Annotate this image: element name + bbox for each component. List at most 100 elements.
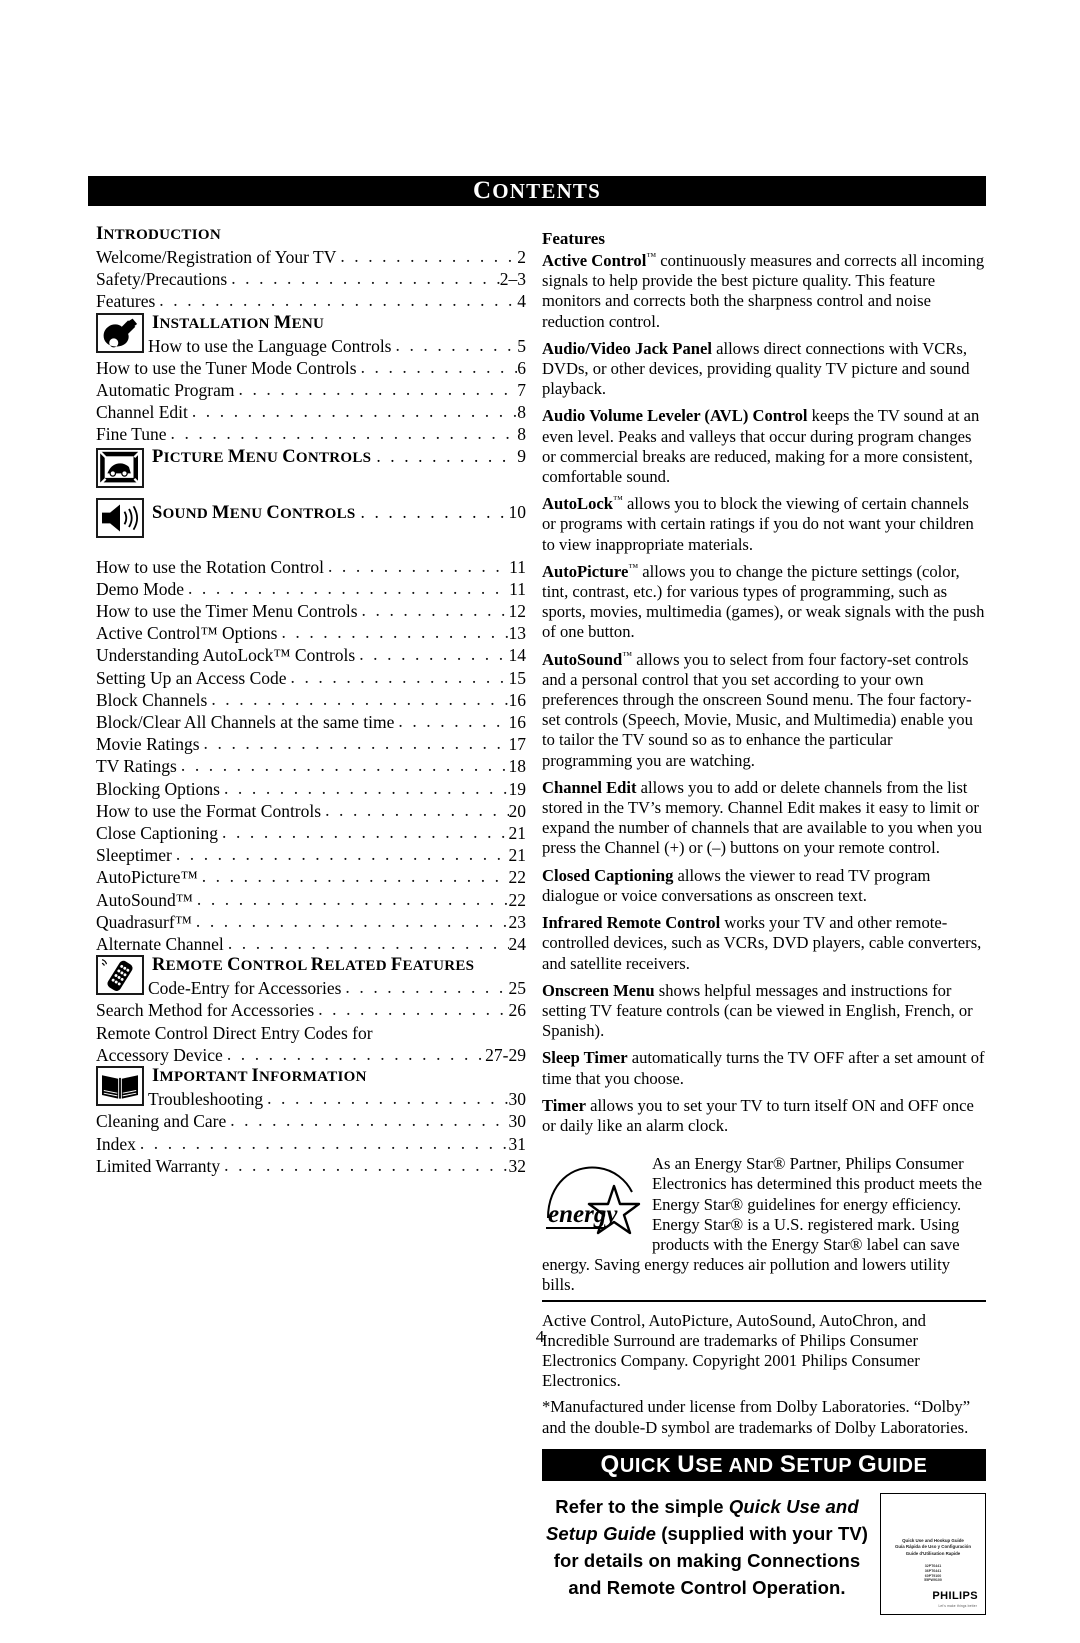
heading-cap2: I [251, 1066, 260, 1087]
toc-entry[interactable]: How to use the Timer Menu Controls. . . … [96, 600, 526, 622]
toc-entry[interactable]: Accessory Device. . . . . . . . . . . . … [96, 1044, 526, 1066]
toc-entry[interactable]: Automatic Program . . . . . . . . . . . … [96, 379, 526, 401]
energy-star-block: energy As an Energy Star® Partner, Phili… [542, 1154, 986, 1302]
booklet-title-fr: Guide d'Utilisation Rapide [905, 1550, 961, 1556]
toc-entry-page: 16 [508, 712, 527, 733]
toc-leader-dots: . . . . . . . . . . . . . . . . . . . . … [187, 577, 509, 598]
heading-cap3: C [266, 502, 281, 523]
feature-paragraph: AutoLock™ allows you to block the viewin… [542, 494, 986, 555]
feature-term: Timer [542, 1095, 586, 1115]
toc-entry[interactable]: Code-Entry for Accessories . . . . . . .… [96, 977, 526, 999]
quick-title-rest-g: UIDE [877, 1454, 928, 1477]
toc-entry-label: Features [96, 291, 156, 312]
table-of-contents: INTRODUCTION Welcome/Registration of You… [96, 224, 526, 1177]
trademark-symbol: ™ [646, 251, 657, 263]
toc-entry[interactable]: Remote Control Direct Entry Codes for. [96, 1022, 526, 1044]
toc-entry-page: 24 [508, 934, 527, 955]
toc-entry-page: 30 [508, 1111, 527, 1132]
toc-entry-page: 30 [508, 1089, 527, 1110]
trademark-symbol: ™ [622, 650, 633, 662]
toc-entry[interactable]: Search Method for Accessories. . . . . .… [96, 999, 526, 1021]
toc-entry-label: Movie Ratings [96, 734, 200, 755]
toc-leader-dots: . . . . . . . . . . . . . . . . . . . . … [360, 501, 509, 522]
toc-entry[interactable]: AutoPicture™. . . . . . . . . . . . . . … [96, 866, 526, 888]
toc-entry[interactable]: How to use the Language Controls . . . .… [96, 335, 526, 357]
toc-entry-page: 8 [517, 424, 526, 445]
toc-entry[interactable]: AutoSound™. . . . . . . . . . . . . . . … [96, 889, 526, 911]
toc-leader-dots: . . . . . . . . . . . . . . . . . . . . … [196, 888, 509, 909]
toc-entry[interactable]: Index. . . . . . . . . . . . . . . . . .… [96, 1133, 526, 1155]
toc-leader-dots: . . . . . . . . . . . . . . . . . . . . … [325, 799, 508, 820]
toc-entry-label: How to use the Timer Menu Controls [96, 601, 358, 622]
heading-cap2: C [227, 955, 241, 976]
toc-entry-page: 4 [517, 291, 526, 312]
toc-entry[interactable]: Features . . . . . . . . . . . . . . . .… [96, 290, 526, 312]
toc-entry[interactable]: Troubleshooting . . . . . . . . . . . . … [96, 1088, 526, 1110]
toc-entry[interactable]: Demo Mode. . . . . . . . . . . . . . . .… [96, 578, 526, 600]
quick-title-cap-g: G [857, 1450, 878, 1478]
toc-entry[interactable]: Sleeptimer. . . . . . . . . . . . . . . … [96, 844, 526, 866]
toc-entry[interactable]: How to use the Tuner Mode Controls . . .… [96, 357, 526, 379]
toc-entry-page: 16 [508, 689, 527, 710]
toc-entry[interactable]: Limited Warranty. . . . . . . . . . . . … [96, 1155, 526, 1177]
toc-leader-dots: . . . . . . . . . . . . . . . . . . . . … [318, 999, 508, 1020]
toc-section-picture-menu[interactable]: PICTURE MENU CONTROLS . . . . . . . . . … [96, 446, 526, 492]
toc-entry[interactable]: Quadrasurf™. . . . . . . . . . . . . . .… [96, 911, 526, 933]
feature-term: Channel Edit [542, 777, 637, 797]
toc-entry-label: Blocking Options [96, 778, 220, 799]
toc-entry-page: 2–3 [499, 269, 526, 290]
toc-entry[interactable]: Understanding AutoLock™ Controls. . . . … [96, 644, 526, 666]
booklet-model: 55PW9100 [924, 1578, 942, 1583]
toc-entry-page: 32 [508, 1155, 527, 1176]
toc-entry[interactable]: TV Ratings. . . . . . . . . . . . . . . … [96, 755, 526, 777]
toc-entry[interactable]: Close Captioning. . . . . . . . . . . . … [96, 822, 526, 844]
feature-term: Audio/Video Jack Panel [542, 338, 712, 358]
toc-section-heading-row[interactable]: PICTURE MENU CONTROLS . . . . . . . . . … [96, 446, 526, 468]
toc-entry[interactable]: Fine Tune . . . . . . . . . . . . . . . … [96, 423, 526, 445]
toc-entry[interactable]: How to use the Rotation Control. . . . .… [96, 556, 526, 578]
toc-entry-page: 20 [508, 800, 527, 821]
heading-cap2: M [227, 446, 246, 467]
toc-entry[interactable]: Cleaning and Care. . . . . . . . . . . .… [96, 1110, 526, 1132]
toc-entry[interactable]: Block/Clear All Channels at the same tim… [96, 711, 526, 733]
toc-entry-page: 13 [508, 623, 527, 644]
toc-section-sound-menu[interactable]: SOUND MENU CONTROLS . . . . . . . . . . … [96, 496, 526, 552]
toc-leader-dots: . . . . . . . . . . . . . . . . . . . . … [203, 733, 509, 754]
toc-entry[interactable]: Channel Edit . . . . . . . . . . . . . .… [96, 401, 526, 423]
toc-entry-label: Understanding AutoLock™ Controls [96, 645, 356, 666]
toc-entry[interactable]: Safety/Precautions . . . . . . . . . . .… [96, 268, 526, 290]
heading-rest2: NFORMATION [259, 1069, 367, 1086]
toc-entry[interactable]: How to use the Format Controls. . . . . … [96, 800, 526, 822]
toc-entry[interactable]: Alternate Channel. . . . . . . . . . . .… [96, 933, 526, 955]
heading-rest: OUND [162, 505, 213, 522]
toc-entry[interactable]: Welcome/Registration of Your TV . . . . … [96, 246, 526, 268]
toc-entry-label: Fine Tune [96, 424, 167, 445]
toc-section-heading: PICTURE MENU CONTROLS [152, 447, 376, 468]
toc-entry[interactable]: Setting Up an Access Code. . . . . . . .… [96, 667, 526, 689]
toc-entry-label: Active Control™ Options [96, 623, 278, 644]
energy-star-logo-glyph: energy [546, 1166, 641, 1235]
feature-term: AutoSound [542, 649, 623, 669]
feature-paragraph: Sleep Timer automatically turns the TV O… [542, 1048, 986, 1088]
toc-entry-label: Limited Warranty [96, 1155, 221, 1176]
feature-paragraph: Timer allows you to set your TV to turn … [542, 1096, 986, 1136]
quick-msg-line2a: Setup Guide [545, 1522, 656, 1544]
toc-leader-dots: . . . . . . . . . . . . . . . . . . . . … [395, 334, 518, 355]
toc-entry[interactable]: Block Channels. . . . . . . . . . . . . … [96, 689, 526, 711]
book-icon-glyph [102, 1075, 138, 1099]
quick-title-rest-s: ETUP [796, 1454, 858, 1477]
heading-rest3: ONTROLS [280, 505, 356, 522]
trademark-notice: Active Control, AutoPicture, AutoSound, … [542, 1310, 926, 1391]
toc-entry-page: 26 [508, 1000, 527, 1021]
contents-banner: CONTENTS [88, 176, 986, 206]
sound-menu-icon-glyph [102, 504, 138, 532]
toc-entry[interactable]: Blocking Options. . . . . . . . . . . . … [96, 778, 526, 800]
toc-section-heading-row[interactable]: SOUND MENU CONTROLS . . . . . . . . . . … [96, 496, 526, 524]
feature-paragraph: Audio Volume Leveler (AVL) Control keeps… [542, 406, 986, 487]
quick-guide-booklet-thumbnail: Quick Use and Hookup Guide Guía Rápida d… [880, 1492, 986, 1615]
toc-entry[interactable]: Movie Ratings. . . . . . . . . . . . . .… [96, 733, 526, 755]
toc-entry-label: Index [96, 1133, 136, 1154]
heading-cap2: M [212, 502, 230, 523]
toc-entry[interactable]: Active Control™ Options. . . . . . . . .… [96, 622, 526, 644]
heading-cap: S [152, 502, 163, 523]
